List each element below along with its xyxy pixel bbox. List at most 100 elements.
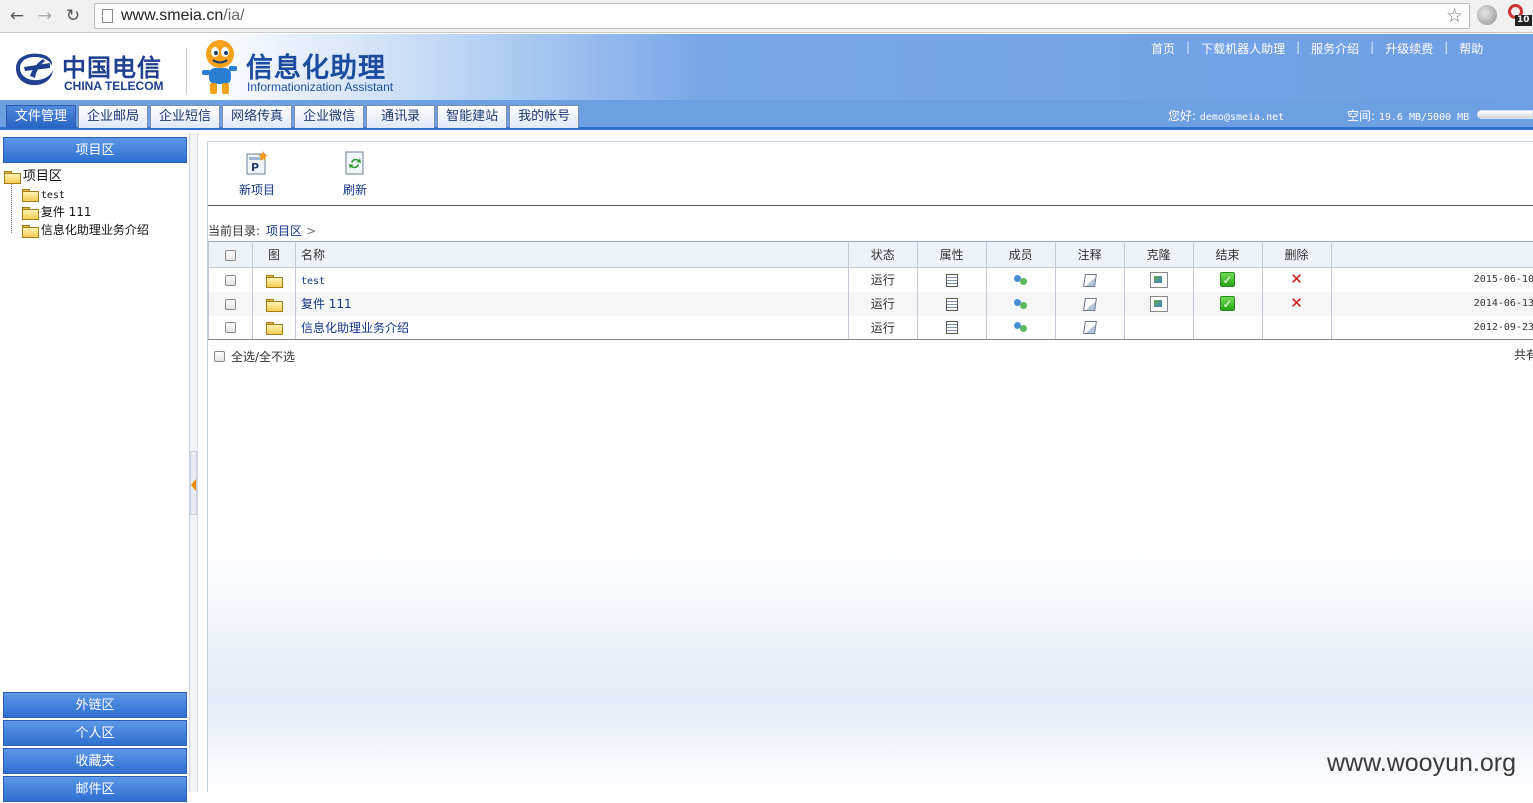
clone-icon[interactable] <box>1124 292 1193 316</box>
table-row: 复件 111 运行 ✓ ✕ 2014-06-13 <box>209 292 1533 316</box>
row-status: 运行 <box>848 316 917 340</box>
user-email: demo@smeia.net <box>1200 112 1284 123</box>
row-checkbox[interactable] <box>209 268 253 292</box>
project-table: 图 名称 状态 属性 成员 注释 克隆 结束 删除 test 运行 ✓ ✕ 20… <box>208 241 1533 340</box>
tree-root[interactable]: 项目区 <box>4 167 149 185</box>
header-notes: 注释 <box>1055 242 1124 268</box>
clone-cell-empty <box>1124 316 1193 340</box>
row-name[interactable]: 复件 111 <box>295 292 848 316</box>
new-project-button[interactable]: P 新项目 <box>227 150 287 198</box>
storage-progress-bar <box>1477 110 1533 119</box>
sidebar-section-favorites[interactable]: 收藏夹 <box>3 748 187 774</box>
collapse-arrow-icon[interactable] <box>191 479 196 491</box>
row-checkbox[interactable] <box>209 292 253 316</box>
row-name[interactable]: 信息化助理业务介绍 <box>295 316 848 340</box>
header-status[interactable]: 状态 <box>848 242 917 268</box>
extension-badge-icon[interactable]: 10 <box>1506 3 1530 27</box>
toplink-home[interactable]: 首页 <box>1140 40 1186 57</box>
header-icon: 图 <box>252 242 295 268</box>
folder-icon <box>22 189 37 200</box>
sidebar-section-projects[interactable]: 项目区 <box>3 137 187 163</box>
tab-my-account[interactable]: 我的帐号 <box>509 105 579 128</box>
top-links: 首页| 下载机器人助理| 服务介绍| 升级续费| 帮助 <box>1140 40 1494 57</box>
breadcrumb-prefix: 当前目录: <box>208 224 260 238</box>
reload-icon[interactable]: ↻ <box>62 5 84 27</box>
new-project-icon: P <box>245 150 269 176</box>
notes-icon[interactable] <box>1055 268 1124 292</box>
row-checkbox[interactable] <box>209 316 253 340</box>
end-check-icon[interactable]: ✓ <box>1193 292 1262 316</box>
toplink-help[interactable]: 帮助 <box>1448 40 1494 57</box>
notes-icon[interactable] <box>1055 292 1124 316</box>
header-props: 属性 <box>917 242 986 268</box>
delete-x-icon[interactable]: ✕ <box>1262 268 1331 292</box>
tab-enterprise-wechat[interactable]: 企业微信 <box>294 105 364 128</box>
notes-icon[interactable] <box>1055 316 1124 340</box>
url-text[interactable]: www.smeia.cn/ia/ <box>121 7 245 25</box>
row-date: 2012-09-23 <box>1331 316 1533 340</box>
select-all-label: 全选/全不选 <box>231 350 295 364</box>
end-check-icon[interactable]: ✓ <box>1193 268 1262 292</box>
watermark-text: www.wooyun.org <box>1327 749 1516 778</box>
members-icon[interactable] <box>986 292 1055 316</box>
members-icon[interactable] <box>986 316 1055 340</box>
folder-icon <box>252 268 295 292</box>
china-telecom-logo[interactable]: 中国电信 CHINA TELECOM <box>10 44 185 94</box>
sidebar-section-external-links[interactable]: 外链区 <box>3 692 187 718</box>
folder-icon <box>22 207 37 218</box>
tree-item-intro[interactable]: 信息化助理业务介绍 <box>4 221 149 239</box>
refresh-button[interactable]: 刷新 <box>325 150 385 198</box>
site-header: 中国电信 CHINA TELECOM 信息化助理 Informationizat… <box>0 34 1533 100</box>
china-telecom-e-icon <box>10 48 56 88</box>
bookmark-star-icon[interactable]: ☆ <box>1446 5 1463 27</box>
panel-splitter[interactable] <box>190 133 198 792</box>
tree-item-test[interactable]: test <box>4 185 149 203</box>
robot-mascot-icon <box>198 38 242 96</box>
breadcrumb-separator: > <box>306 224 316 238</box>
tree-root-label: 项目区 <box>23 169 62 184</box>
folder-icon <box>22 225 37 236</box>
row-date: 2014-06-13 <box>1331 292 1533 316</box>
row-status: 运行 <box>848 268 917 292</box>
back-arrow-icon[interactable]: ← <box>6 5 28 27</box>
sidebar-section-personal[interactable]: 个人区 <box>3 720 187 746</box>
user-greeting: 您好: demo@smeia.net <box>1168 107 1284 124</box>
members-icon[interactable] <box>986 268 1055 292</box>
tab-contacts[interactable]: 通讯录 <box>366 105 435 128</box>
address-bar[interactable]: www.smeia.cn/ia/ ☆ <box>94 3 1470 29</box>
properties-icon[interactable] <box>917 292 986 316</box>
delete-x-icon[interactable]: ✕ <box>1262 292 1331 316</box>
row-date: 2015-06-10 <box>1331 268 1533 292</box>
header-end: 结束 <box>1193 242 1262 268</box>
module-tabs: 文件管理 企业邮局 企业短信 网络传真 企业微信 通讯录 智能建站 我的帐号 <box>6 105 581 128</box>
properties-icon[interactable] <box>917 268 986 292</box>
tab-web-fax[interactable]: 网络传真 <box>222 105 292 128</box>
header-delete: 删除 <box>1262 242 1331 268</box>
globe-extension-icon[interactable] <box>1477 5 1497 25</box>
sidebar-section-mail[interactable]: 邮件区 <box>3 776 187 802</box>
properties-icon[interactable] <box>917 316 986 340</box>
toplink-services[interactable]: 服务介绍 <box>1300 40 1370 57</box>
row-name[interactable]: test <box>295 268 848 292</box>
toplink-download-robot[interactable]: 下载机器人助理 <box>1190 40 1296 57</box>
header-members: 成员 <box>986 242 1055 268</box>
select-all-checkbox[interactable] <box>214 351 225 362</box>
tab-enterprise-mail[interactable]: 企业邮局 <box>78 105 148 128</box>
table-row: test 运行 ✓ ✕ 2015-06-10 <box>209 268 1533 292</box>
forward-arrow-icon[interactable]: → <box>34 5 56 27</box>
breadcrumb-current[interactable]: 项目区 <box>266 224 302 238</box>
select-all-toggle[interactable]: 全选/全不选 <box>214 348 295 365</box>
logo-divider <box>186 48 187 94</box>
tab-enterprise-sms[interactable]: 企业短信 <box>150 105 220 128</box>
product-logo[interactable]: 信息化助理 Informationization Assistant <box>198 36 398 98</box>
tab-file-management[interactable]: 文件管理 <box>6 105 76 128</box>
new-project-label: 新项目 <box>227 181 287 198</box>
tree-item-copy-111[interactable]: 复件 111 <box>4 203 149 221</box>
header-name[interactable]: 名称 <box>295 242 848 268</box>
tree-item-label: 信息化助理业务介绍 <box>41 223 149 237</box>
tab-site-builder[interactable]: 智能建站 <box>437 105 507 128</box>
toplink-upgrade[interactable]: 升级续费 <box>1374 40 1444 57</box>
header-select-checkbox[interactable] <box>209 242 253 268</box>
clone-icon[interactable] <box>1124 268 1193 292</box>
svg-text:P: P <box>251 161 259 174</box>
